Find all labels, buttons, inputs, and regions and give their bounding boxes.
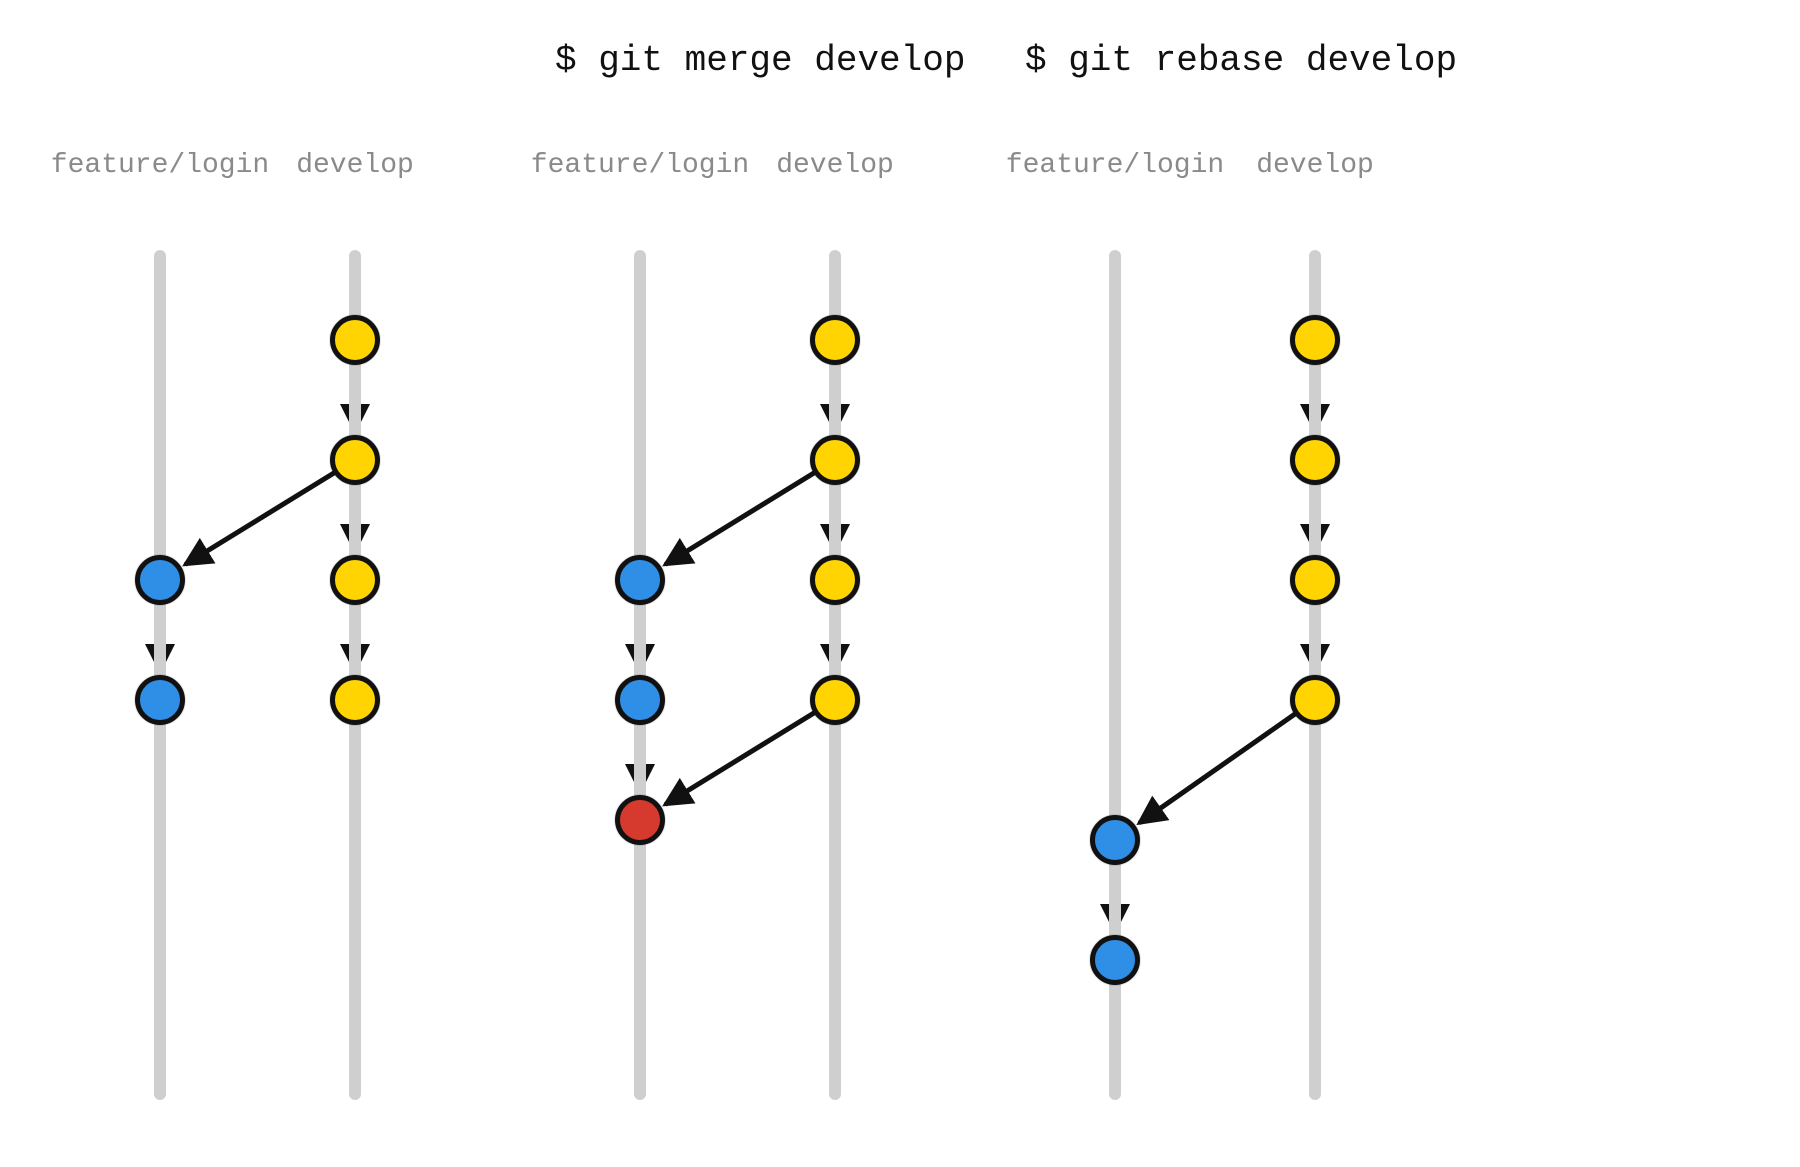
commit-node-blue (615, 555, 665, 605)
commit-edge (666, 473, 813, 564)
commit-node-yellow (330, 555, 380, 605)
commit-node-blue (135, 675, 185, 725)
commit-node-blue (1090, 815, 1140, 865)
commit-edge (186, 473, 333, 564)
branch-label-develop: develop (296, 150, 414, 181)
edges-svg (0, 0, 1800, 1167)
branch-label-feature: feature/login (51, 150, 269, 181)
commit-node-yellow (810, 675, 860, 725)
commit-node-yellow (810, 555, 860, 605)
commit-node-yellow (1290, 315, 1340, 365)
commit-node-red (615, 795, 665, 845)
commit-node-yellow (1290, 435, 1340, 485)
branch-label-feature: feature/login (531, 150, 749, 181)
diagram-canvas: feature/login develop $ git merge develo… (0, 0, 1800, 1167)
panel-title-merge: $ git merge develop (555, 40, 965, 81)
panel-title-rebase: $ git rebase develop (1025, 40, 1457, 81)
commit-edge (666, 713, 813, 804)
commit-node-blue (615, 675, 665, 725)
commit-node-yellow (810, 435, 860, 485)
commit-node-yellow (810, 315, 860, 365)
branch-label-develop: develop (1256, 150, 1374, 181)
commit-node-blue (135, 555, 185, 605)
branch-label-feature: feature/login (1006, 150, 1224, 181)
commit-node-yellow (1290, 555, 1340, 605)
commit-node-yellow (330, 435, 380, 485)
commit-node-yellow (1290, 675, 1340, 725)
commit-node-blue (1090, 935, 1140, 985)
commit-edge (1140, 714, 1294, 822)
commit-node-yellow (330, 675, 380, 725)
branch-label-develop: develop (776, 150, 894, 181)
commit-node-yellow (330, 315, 380, 365)
